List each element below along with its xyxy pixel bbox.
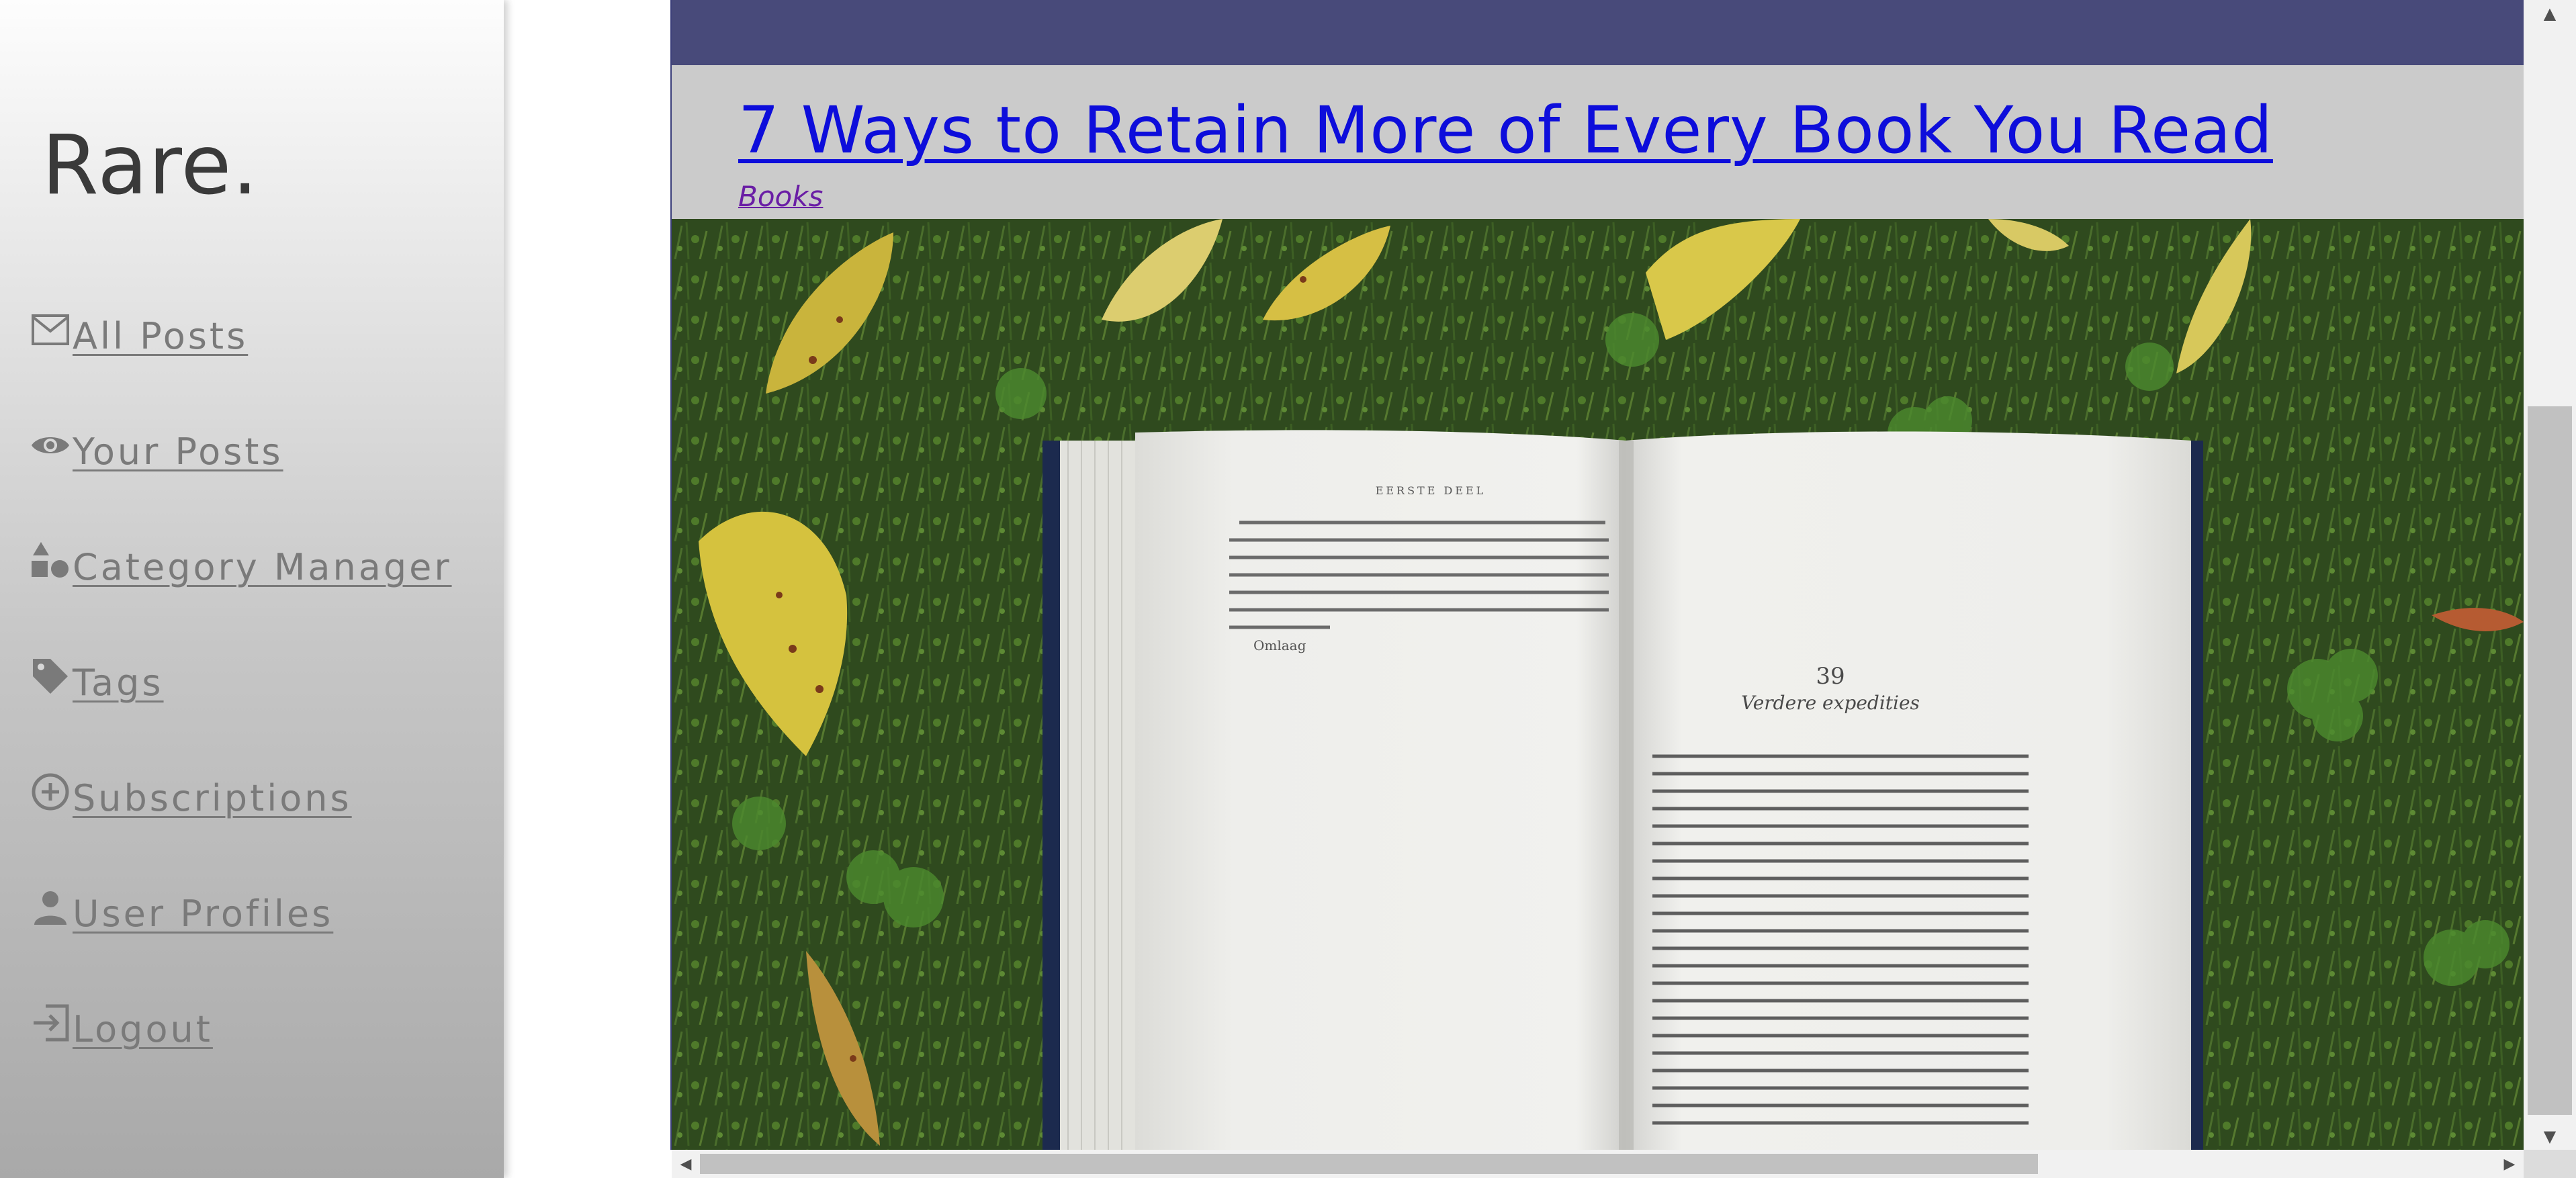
- book-chapter-number: 39: [1816, 663, 1845, 690]
- post-header-bar: [672, 0, 2524, 65]
- logout-icon: [30, 1002, 71, 1044]
- nav-tags[interactable]: Tags: [30, 655, 164, 709]
- scroll-up-arrow-icon[interactable]: ▲: [2524, 0, 2576, 27]
- scroll-left-arrow-icon[interactable]: ◀: [672, 1150, 700, 1178]
- add-circle-icon: [30, 771, 71, 813]
- post-category-link[interactable]: Books: [738, 180, 823, 213]
- nav-label-your-posts: Your Posts: [73, 430, 283, 473]
- post-card: 7 Ways to Retain More of Every Book You …: [672, 0, 2524, 1150]
- nav-label-all-posts: All Posts: [73, 314, 249, 357]
- scroll-right-arrow-icon[interactable]: ▶: [2495, 1150, 2524, 1178]
- nav-subscriptions[interactable]: Subscriptions: [30, 771, 352, 825]
- scroll-down-arrow-icon[interactable]: ▼: [2524, 1123, 2576, 1150]
- nav-label-category-manager: Category Manager: [73, 545, 452, 588]
- eye-icon: [30, 424, 71, 466]
- person-icon: [30, 887, 71, 928]
- category-icon: [30, 540, 71, 582]
- scrollbar-corner: [2524, 1150, 2576, 1178]
- book-running-head: EERSTE DEEL: [1376, 484, 1486, 497]
- nav-all-posts[interactable]: All Posts: [30, 309, 248, 363]
- horizontal-scroll-thumb[interactable]: [700, 1154, 2038, 1174]
- tag-icon: [30, 655, 71, 697]
- nav-logout[interactable]: Logout: [30, 1002, 213, 1056]
- brand-logo: Rare.: [42, 118, 259, 213]
- vertical-scroll-thumb[interactable]: [2528, 406, 2572, 1115]
- mail-icon: [30, 309, 71, 351]
- nav-label-logout: Logout: [73, 1007, 213, 1050]
- book-chapter-title: Verdere expedities: [1741, 692, 1920, 714]
- sidebar: Rare. All Posts Your Posts Category Mana…: [0, 0, 504, 1178]
- nav-label-tags: Tags: [73, 661, 164, 704]
- nav-label-subscriptions: Subscriptions: [73, 776, 352, 819]
- vertical-scrollbar[interactable]: ▲ ▼: [2524, 0, 2576, 1150]
- nav-your-posts[interactable]: Your Posts: [30, 424, 283, 478]
- book-footer-left: Omlaag: [1253, 637, 1306, 653]
- nav-category-manager[interactable]: Category Manager: [30, 540, 452, 594]
- nav-label-user-profiles: User Profiles: [73, 892, 334, 935]
- post-image: EERSTE DEEL Omlaag 39 Verdere expedities: [672, 219, 2524, 1150]
- post-title-link[interactable]: 7 Ways to Retain More of Every Book You …: [738, 93, 2273, 168]
- horizontal-scrollbar[interactable]: ◀ ▶: [672, 1150, 2524, 1178]
- nav-user-profiles[interactable]: User Profiles: [30, 887, 333, 940]
